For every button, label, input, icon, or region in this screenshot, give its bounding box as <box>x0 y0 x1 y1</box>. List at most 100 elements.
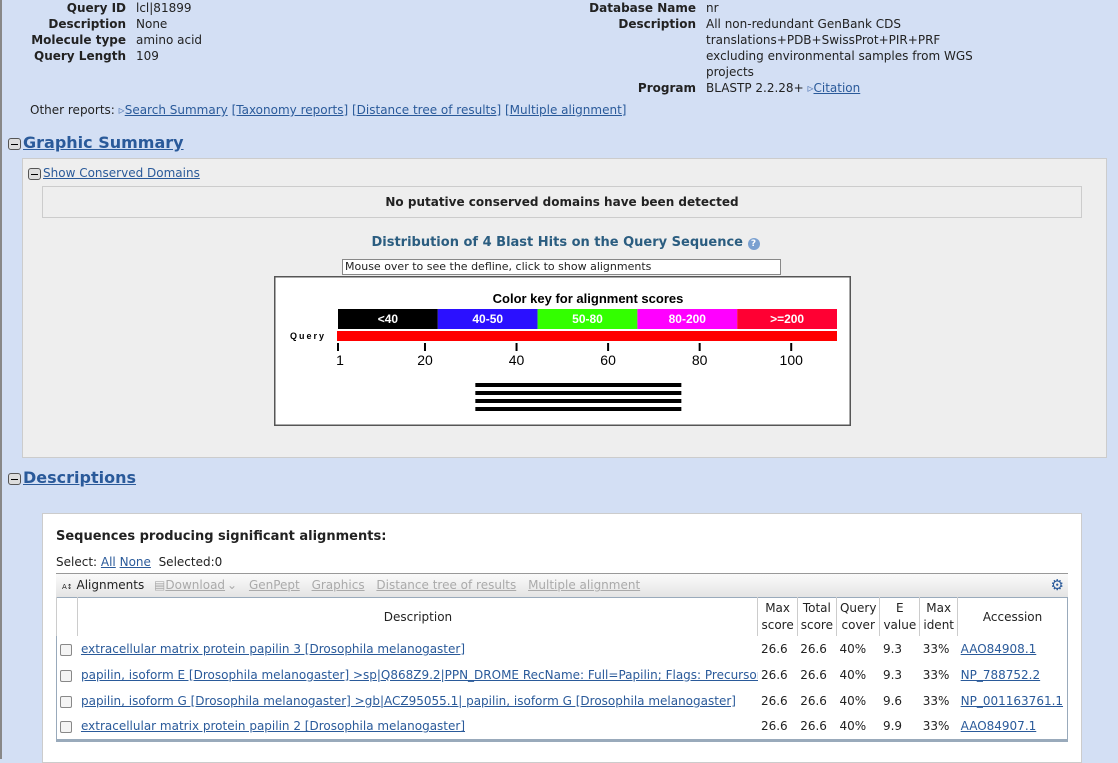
genpept-button[interactable]: GenPept <box>249 578 300 592</box>
descriptions-table: Description Max score Total score Query cov… <box>55 597 1068 742</box>
column-header[interactable]: E value <box>879 597 920 636</box>
tick-label: 100 <box>780 352 804 368</box>
description-link[interactable]: extracellular matrix protein papilin 2 [… <box>81 719 465 733</box>
e-value: 9.6 <box>882 694 903 708</box>
database-description: All non-redundant GenBank CDS translation… <box>706 16 973 80</box>
cdd-toggle: Show Conserved Domains <box>28 166 200 180</box>
query-cover: 40% <box>839 642 867 656</box>
max-ident: 33% <box>922 668 950 682</box>
other-reports: Other reports: ▹Search Summary [Taxonomy… <box>30 103 627 117</box>
column-header[interactable]: Total score <box>796 597 837 636</box>
report-link[interactable]: Search Summary <box>125 103 228 117</box>
query-field: Query ID lcl|81899 <box>66 1 192 15</box>
max-score: 26.6 <box>760 642 788 656</box>
description-link[interactable]: extracellular matrix protein papilin 3 [… <box>81 642 465 656</box>
tick-label: 60 <box>600 352 616 368</box>
color-key-title: Color key for alignment scores <box>493 291 684 306</box>
collapse-icon[interactable] <box>8 472 21 485</box>
tick-label: 1 <box>336 352 344 368</box>
select-row: Select: All None Selected:0 <box>56 555 223 569</box>
query-field: Molecule type amino acid <box>31 33 203 47</box>
color-key-label: >=200 <box>770 312 804 326</box>
select-none-link[interactable]: None <box>120 555 151 569</box>
color-key-label: 50-80 <box>572 312 603 326</box>
row-checkbox[interactable] <box>60 695 72 708</box>
chevron-down-icon[interactable]: ⌄ <box>227 578 237 592</box>
max-score: 26.6 <box>760 668 788 682</box>
database-name-row: Database Name nr <box>589 1 719 15</box>
tick-label: 80 <box>692 352 708 368</box>
download-button[interactable]: Download <box>165 578 225 592</box>
query-cover: 40% <box>839 694 867 708</box>
column-header[interactable]: Query cover <box>835 597 880 636</box>
graphics-button[interactable]: Graphics <box>312 578 365 592</box>
descriptions-heading: Sequences producing significant alignmen… <box>56 529 387 544</box>
max-score: 26.6 <box>760 694 788 708</box>
total-score: 26.6 <box>800 668 827 682</box>
description-line: translations+PDB+SwissProt+PIR+PRF <box>706 33 941 47</box>
column-header[interactable]: Max ident <box>919 597 958 636</box>
color-key-label: <40 <box>378 312 399 326</box>
max-ident: 33% <box>922 694 950 708</box>
column-header[interactable]: Max score <box>757 597 798 636</box>
report-link[interactable]: [Multiple alignment] <box>505 103 626 117</box>
accession-link[interactable]: NP_001163761.1 <box>961 694 1063 708</box>
color-key-label: 40-50 <box>472 312 503 326</box>
max-ident: 33% <box>922 719 950 734</box>
graphic-summary-link[interactable]: Graphic Summary <box>23 133 184 152</box>
table-row: extracellular matrix protein papilin 2 [… <box>57 714 1068 740</box>
select-all-link[interactable]: All <box>101 555 116 569</box>
hit-bar <box>475 407 682 411</box>
save-icon: ▤ <box>154 578 166 592</box>
report-link[interactable]: [Taxonomy reports] <box>232 103 349 117</box>
citation-link[interactable]: Citation <box>813 81 860 95</box>
description-link[interactable]: papilin, isoform G [Drosophila melanogas… <box>81 694 736 708</box>
color-key-label: 80-200 <box>669 312 707 326</box>
descriptions-header: Descriptions <box>8 468 136 487</box>
selected-count: Selected:0 <box>158 555 223 569</box>
hit-bar <box>475 391 682 395</box>
table-row: papilin, isoform E [Drosophila melanogas… <box>57 662 1068 688</box>
sort-icon: A↕ <box>62 583 73 591</box>
collapse-icon[interactable] <box>28 167 41 180</box>
distance-tree-button[interactable]: Distance tree of results <box>376 578 516 592</box>
max-ident: 33% <box>922 642 950 656</box>
query-field: Query Length 109 <box>34 49 159 63</box>
hit-bar <box>475 383 682 387</box>
multiple-alignment-button[interactable]: Multiple alignment <box>528 578 640 592</box>
alignments-button[interactable]: Alignments <box>76 578 144 592</box>
report-link[interactable]: [Distance tree of results] <box>352 103 501 117</box>
accession-link[interactable]: NP_788752.2 <box>961 668 1040 682</box>
collapse-icon[interactable] <box>8 137 21 150</box>
row-checkbox[interactable] <box>60 720 72 733</box>
hits-graphic[interactable]: Color key for alignment scores <40 40-50 50… <box>274 276 851 426</box>
e-value: 9.3 <box>882 668 903 682</box>
query-cover: 40% <box>839 668 867 682</box>
accession-link[interactable]: AAO84908.1 <box>961 642 1037 656</box>
row-checkbox[interactable] <box>60 669 72 682</box>
help-icon[interactable]: ? <box>747 238 760 250</box>
gear-icon[interactable]: ⚙ <box>1051 574 1064 596</box>
e-value: 9.9 <box>882 719 903 734</box>
description-line: projects <box>706 65 754 79</box>
accession-link[interactable]: AAO84907.1 <box>961 719 1037 733</box>
graphic-summary-panel: Show Conserved Domains No putative conse… <box>22 158 1107 458</box>
descriptions-link[interactable]: Descriptions <box>23 468 136 487</box>
table-row: papilin, isoform G [Drosophila melanogas… <box>57 688 1068 714</box>
description-line: excluding environmental samples from WGS <box>706 49 973 63</box>
table-row: extracellular matrix protein papilin 3 [… <box>57 636 1068 662</box>
column-header[interactable]: Description <box>77 597 758 636</box>
hit-bar <box>475 399 682 403</box>
max-score: 26.6 <box>760 719 788 734</box>
description-link[interactable]: papilin, isoform E [Drosophila melanogas… <box>81 668 758 682</box>
show-conserved-domains-link[interactable]: Show Conserved Domains <box>43 166 200 180</box>
database-desc-row: Description All non-redundant GenBank CDS… <box>618 16 973 80</box>
column-header[interactable]: Accession <box>957 597 1068 636</box>
description-line: All non-redundant GenBank CDS <box>706 17 902 31</box>
total-score: 26.6 <box>800 719 827 734</box>
program-row: Program BLASTP 2.2.28+ ▹Citation <box>637 81 861 95</box>
row-checkbox[interactable] <box>60 643 72 656</box>
tick-label: 20 <box>417 352 433 368</box>
query-field: Description None <box>48 17 168 31</box>
toolbar: A↕ Alignments ▤Download ⌄ GenPept Graphic… <box>56 573 1068 597</box>
